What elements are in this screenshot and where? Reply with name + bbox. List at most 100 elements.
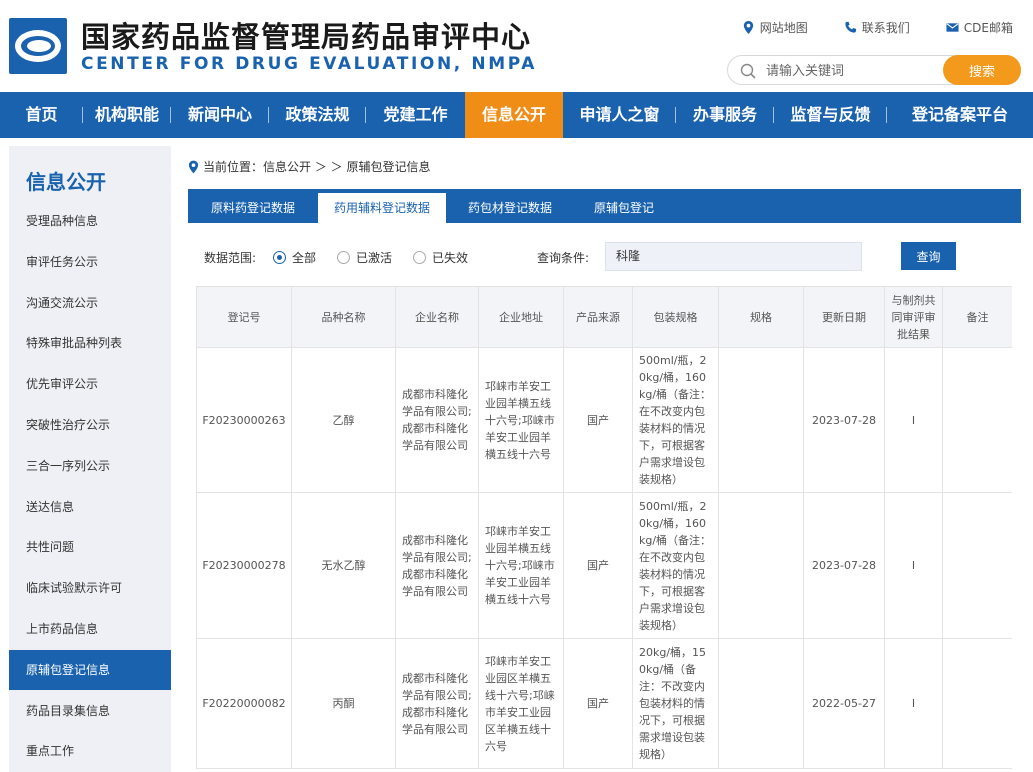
col-header-remark: 备注	[942, 286, 1012, 348]
results-table: 登记号 品种名称 企业名称 企业地址 产品来源 包装规格 规格 更新日期 与制剂…	[196, 286, 1012, 769]
cell-date: 2022-05-27	[803, 638, 885, 769]
cell-spec	[718, 347, 804, 493]
nav-item-applicant[interactable]: 申请人之窗	[563, 92, 676, 138]
mail-icon	[946, 23, 959, 32]
email-label: CDE邮箱	[963, 21, 1013, 35]
radio-active[interactable]: 已激活	[337, 249, 392, 266]
site-title: 国家药品监督管理局药品审评中心	[81, 20, 532, 54]
cell-date: 2023-07-28	[803, 347, 885, 493]
col-header-spec: 规格	[718, 286, 804, 348]
results-table-container: 登记号 品种名称 企业名称 企业地址 产品来源 包装规格 规格 更新日期 与制剂…	[196, 286, 1012, 772]
radio-unchecked-icon	[337, 251, 350, 264]
table-header-row: 登记号 品种名称 企业名称 企业地址 产品来源 包装规格 规格 更新日期 与制剂…	[196, 286, 1012, 348]
cell-reg-no: F20230000263	[196, 347, 292, 493]
cell-package: 500ml/瓶，20kg/桶，160kg/桶（备注：在不改变内包装材料的情况下，…	[632, 347, 719, 493]
site-logo[interactable]	[9, 18, 67, 74]
sitemap-link[interactable]: 网站地图	[742, 19, 808, 36]
sidebar-item[interactable]: 审评任务公示	[9, 242, 171, 282]
col-header-source: 产品来源	[563, 286, 633, 348]
radio-unchecked-icon	[413, 251, 426, 264]
sidebar-item-active[interactable]: 原辅包登记信息	[9, 650, 171, 690]
condition-input[interactable]: 科隆	[605, 242, 862, 271]
phone-icon	[845, 21, 856, 33]
sidebar: 信息公开 受理品种信息 审评任务公示 沟通交流公示 特殊审批品种列表 优先审评公…	[9, 146, 171, 772]
search-button[interactable]: 搜索	[943, 55, 1021, 85]
sidebar-item[interactable]: 沟通交流公示	[9, 283, 171, 323]
search-input[interactable]	[766, 61, 936, 81]
sidebar-item[interactable]: 特殊审批品种列表	[9, 323, 171, 363]
site-search: 搜索	[727, 55, 1021, 85]
cell-source: 国产	[563, 638, 633, 769]
nav-item-home[interactable]: 首页	[0, 92, 83, 138]
nav-item-services[interactable]: 办事服务	[676, 92, 774, 138]
table-row: F20220000082 丙酮 成都市科隆化学品有限公司;成都市科隆化学品有限公…	[196, 638, 1012, 769]
nav-item-supervision[interactable]: 监督与反馈	[774, 92, 887, 138]
cell-package: 20kg/桶，150kg/桶（备注：不改变内包装材料的情况下，可根据需求增设包装…	[632, 638, 719, 769]
cell-name: 无水乙醇	[291, 492, 396, 639]
sidebar-item[interactable]: 共性问题	[9, 527, 171, 567]
cell-spec	[718, 638, 804, 769]
cell-address: 邛崃市羊安工业园区羊横五线十六号;邛崃市羊安工业园区羊横五线十六号	[478, 638, 564, 769]
table-row: F20230000278 无水乙醇 成都市科隆化学品有限公司;成都市科隆化学品有…	[196, 492, 1012, 639]
email-link[interactable]: CDE邮箱	[946, 19, 1013, 36]
site-subtitle: CENTER FOR DRUG EVALUATION, NMPA	[81, 54, 537, 74]
cell-remark	[942, 638, 1012, 769]
cell-company: 成都市科隆化学品有限公司;成都市科隆化学品有限公司	[395, 638, 479, 769]
sitemap-label: 网站地图	[759, 21, 808, 35]
nav-item-registration[interactable]: 登记备案平台	[887, 92, 1033, 138]
nav-item-party[interactable]: 党建工作	[366, 92, 465, 138]
cell-name: 丙酮	[291, 638, 396, 769]
sidebar-item[interactable]: 三合一序列公示	[9, 446, 171, 486]
cell-company: 成都市科隆化学品有限公司;成都市科隆化学品有限公司	[395, 492, 479, 639]
col-header-reg-no: 登记号	[196, 286, 292, 348]
cell-source: 国产	[563, 492, 633, 639]
radio-expired[interactable]: 已失效	[413, 249, 468, 266]
main-nav: 首页 机构职能 新闻中心 政策法规 党建工作 信息公开 申请人之窗 办事服务 监…	[0, 92, 1033, 138]
search-icon	[740, 63, 756, 79]
top-links: 网站地图 联系我们 CDE邮箱	[742, 19, 1013, 36]
tab-registration[interactable]: 原辅包登记	[574, 189, 674, 223]
col-header-package: 包装规格	[632, 286, 719, 348]
col-header-date: 更新日期	[803, 286, 885, 348]
tab-excipient-data[interactable]: 药用辅料登记数据	[318, 193, 446, 223]
cell-address: 邛崃市羊安工业园羊横五线十六号;邛崃市羊安工业园羊横五线十六号	[478, 347, 564, 493]
col-header-address: 企业地址	[478, 286, 564, 348]
breadcrumb-text: 当前位置：信息公开 ＞ ＞ 原辅包登记信息	[203, 160, 431, 174]
sidebar-item[interactable]: 优先审评公示	[9, 364, 171, 404]
sidebar-item[interactable]: 受理品种信息	[9, 201, 171, 241]
radio-checked-icon	[273, 251, 286, 264]
nav-item-news[interactable]: 新闻中心	[171, 92, 269, 138]
sidebar-item[interactable]: 上市药品信息	[9, 609, 171, 649]
sidebar-item[interactable]: 突破性治疗公示	[9, 405, 171, 445]
cell-company: 成都市科隆化学品有限公司;成都市科隆化学品有限公司	[395, 347, 479, 493]
cell-remark	[942, 347, 1012, 493]
contact-link[interactable]: 联系我们	[844, 19, 910, 36]
sidebar-item[interactable]: 重点工作	[9, 731, 171, 771]
radio-expired-label: 已失效	[432, 251, 469, 265]
table-row: F20230000263 乙醇 成都市科隆化学品有限公司;成都市科隆化学品有限公…	[196, 347, 1012, 493]
cell-reg-no: F20230000278	[196, 492, 292, 639]
sidebar-item[interactable]: 临床试验默示许可	[9, 568, 171, 608]
tab-api-data[interactable]: 原料药登记数据	[188, 189, 318, 223]
location-pin-icon	[743, 21, 753, 34]
scope-label: 数据范围:	[204, 251, 257, 265]
nav-item-policy[interactable]: 政策法规	[269, 92, 366, 138]
nav-item-info-public[interactable]: 信息公开	[465, 92, 563, 138]
cell-source: 国产	[563, 347, 633, 493]
sidebar-title: 信息公开	[26, 170, 106, 194]
sidebar-item[interactable]: 药品目录集信息	[9, 691, 171, 731]
sidebar-item[interactable]: 送达信息	[9, 487, 171, 527]
site-header: 国家药品监督管理局药品审评中心 CENTER FOR DRUG EVALUATI…	[0, 0, 1033, 92]
cell-spec	[718, 492, 804, 639]
col-header-result: 与制剂共同审评审批结果	[884, 286, 943, 348]
nav-item-functions[interactable]: 机构职能	[83, 92, 171, 138]
breadcrumb: 当前位置：信息公开 ＞ ＞ 原辅包登记信息	[188, 158, 430, 175]
tab-packaging-data[interactable]: 药包材登记数据	[446, 189, 574, 223]
cell-package: 500ml/瓶，20kg/桶，160kg/桶（备注：在不改变内包装材料的情况下，…	[632, 492, 719, 639]
filter-bar: 数据范围: 全部 已激活 已失效 查询条件: 科隆 查询	[188, 223, 1021, 283]
cell-address: 邛崃市羊安工业园羊横五线十六号;邛崃市羊安工业园羊横五线十六号	[478, 492, 564, 639]
query-button[interactable]: 查询	[901, 242, 956, 270]
radio-active-label: 已激活	[356, 251, 393, 265]
cell-result: I	[884, 638, 943, 769]
radio-all[interactable]: 全部	[273, 249, 316, 266]
